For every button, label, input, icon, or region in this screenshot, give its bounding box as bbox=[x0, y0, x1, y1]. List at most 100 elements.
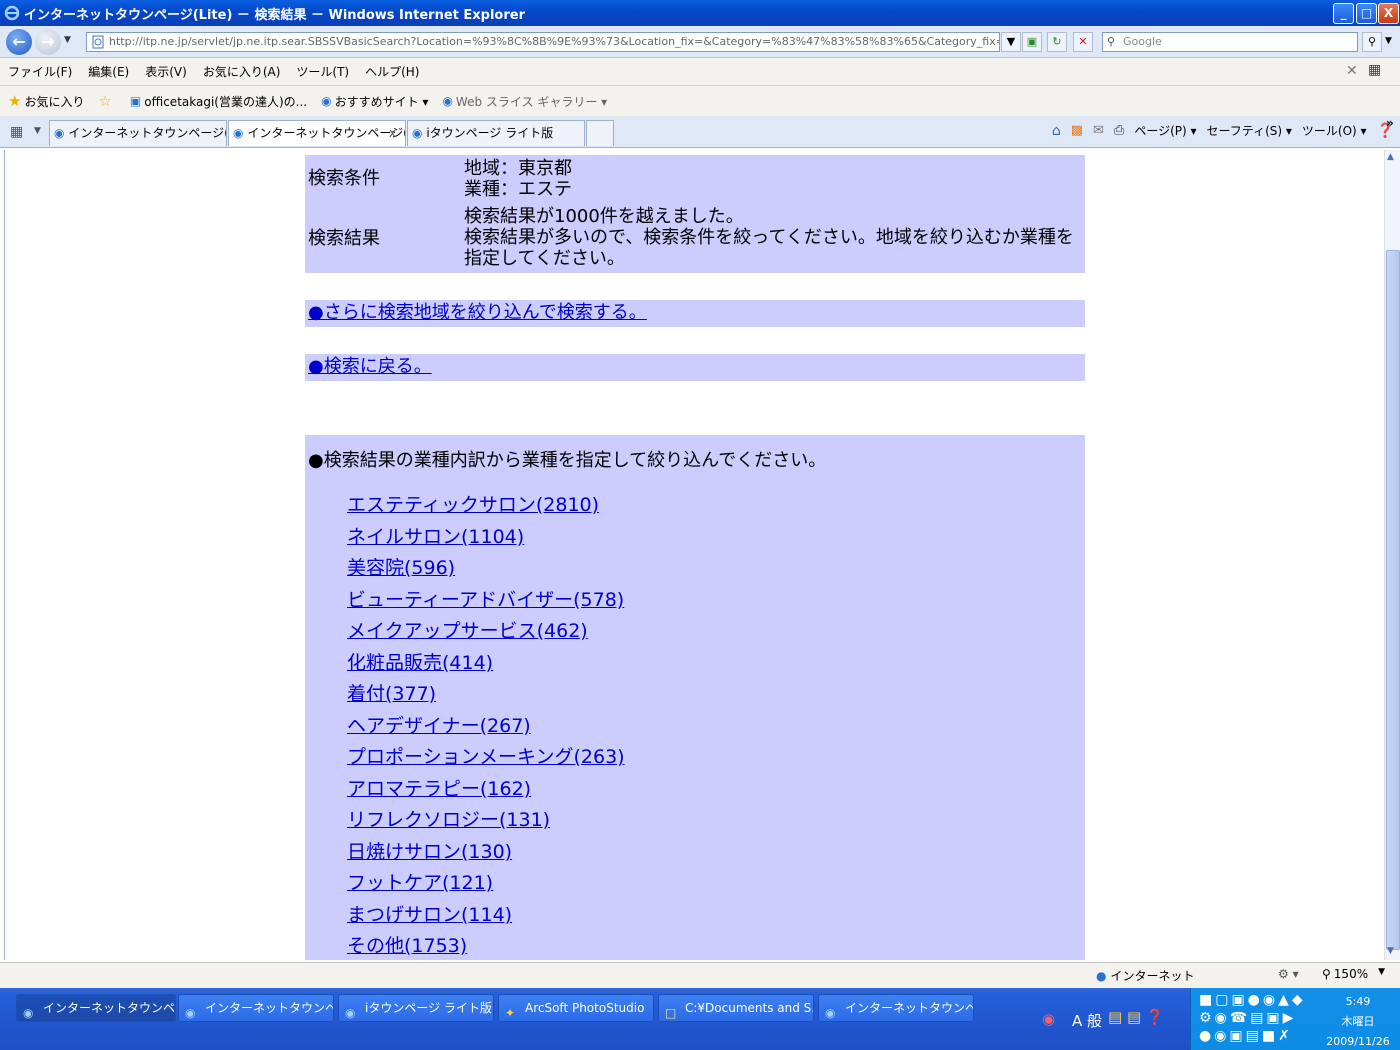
menu-view[interactable]: 表示(V) bbox=[145, 63, 187, 80]
tray-icons-row3[interactable]: ●◉▣▤■✗ bbox=[1199, 1028, 1293, 1044]
task-itp-1[interactable]: ◉ インターネットタウンペー... bbox=[16, 994, 176, 1022]
zoom-dropdown-icon: ▼ bbox=[1378, 967, 1386, 977]
category-link[interactable]: メイクアップサービス(462) bbox=[347, 616, 588, 643]
task-label: C:¥Documents and S... bbox=[685, 1001, 814, 1015]
tab-list-icon[interactable]: ▼ bbox=[34, 126, 41, 136]
star-icon: ★ bbox=[8, 92, 22, 110]
category-link[interactable]: 着付(377) bbox=[347, 679, 436, 706]
search-options-icon[interactable]: ▼ bbox=[1385, 36, 1392, 46]
taskbar: ◉ インターネットタウンペー... ◉ インターネットタウンペー... ◉ iタ… bbox=[0, 988, 1400, 1050]
tab-close-icon[interactable]: x bbox=[389, 121, 396, 145]
tab-itp-lite-1[interactable]: ◉ インターネットタウンページ(Lit... bbox=[49, 120, 227, 146]
refresh-icon[interactable]: ↻ bbox=[1047, 32, 1067, 52]
zoom-control[interactable]: ⚲ 150% ▼ bbox=[1322, 967, 1385, 981]
favorite-item-label: おすすめサイト ▾ bbox=[334, 94, 429, 109]
tray-icons-row1[interactable]: ■▢▣●◉▲◆ bbox=[1199, 992, 1306, 1008]
task-label: iタウンページ ライト版 -... bbox=[365, 1001, 493, 1015]
feeds-icon[interactable]: ▩ bbox=[1071, 123, 1083, 138]
category-link[interactable]: リフレクソロジー(131) bbox=[347, 805, 550, 832]
zoom-level: 150% bbox=[1333, 967, 1369, 981]
category-link[interactable]: ネイルサロン(1104) bbox=[347, 522, 524, 549]
task-itp-2[interactable]: ◉ インターネットタウンペー... bbox=[178, 994, 334, 1022]
tools-menu[interactable]: ツール(O) ▾ bbox=[1302, 122, 1367, 139]
category-link[interactable]: まつげサロン(114) bbox=[347, 900, 512, 927]
command-bar: ⌂ ▩ ✉ ⎙ ページ(P) ▾ セーフティ(S) ▾ ツール(O) ▾ ❓ bbox=[1042, 122, 1394, 139]
home-icon[interactable]: ⌂ bbox=[1052, 123, 1061, 139]
narrow-area-link[interactable]: ●さらに検索地域を絞り込んで検索する。 bbox=[308, 302, 647, 323]
ime-icon[interactable]: ◉ bbox=[1042, 1010, 1055, 1028]
category-link[interactable]: 化粧品販売(414) bbox=[347, 648, 493, 675]
search-input[interactable]: ⚲ Google bbox=[1102, 32, 1358, 52]
page-menu[interactable]: ページ(P) ▾ bbox=[1134, 122, 1196, 139]
task-itownpage[interactable]: ◉ iタウンページ ライト版 -... bbox=[338, 994, 494, 1022]
folder-icon: □ bbox=[665, 1006, 677, 1020]
back-row: ●検索に戻る。 bbox=[305, 354, 1085, 381]
narrow-conditions-text: 検索結果が多いので、検索条件を絞ってください。地域を絞り込むか業種を指定してくだ… bbox=[464, 227, 1074, 269]
address-dropdown-icon[interactable]: ▼ bbox=[1001, 32, 1021, 52]
ime-toolbar-icon[interactable]: ▤ ▤ ❓ bbox=[1108, 1008, 1165, 1026]
favorites-button[interactable]: ★ お気に入り bbox=[8, 92, 84, 110]
category-link[interactable]: プロポーションメーキング(263) bbox=[347, 742, 625, 769]
protected-mode-icon[interactable]: ⚙ ▾ bbox=[1278, 967, 1299, 981]
tab-itownpage-lite[interactable]: ◉ iタウンページ ライト版 bbox=[407, 120, 585, 146]
categories-heading: ●検索結果の業種内訳から業種を指定して絞り込んでください。 bbox=[308, 450, 827, 471]
tab-label: インターネットタウンページ(... bbox=[247, 126, 406, 140]
close-button[interactable]: X bbox=[1378, 3, 1399, 24]
vertical-scrollbar[interactable]: ▲ ▼ bbox=[1384, 150, 1400, 960]
category-link[interactable]: エステティックサロン(2810) bbox=[347, 490, 599, 517]
compat-view-icon[interactable]: ▣ bbox=[1022, 32, 1042, 52]
minimize-button[interactable]: _ bbox=[1333, 3, 1354, 24]
page-icon bbox=[92, 35, 104, 49]
task-itp-3[interactable]: ◉ インターネットタウンペー... bbox=[818, 994, 974, 1022]
task-label: ArcSoft PhotoStudio bbox=[525, 1001, 645, 1015]
quick-tabs-icon[interactable]: ▦ bbox=[10, 124, 23, 140]
back-button[interactable]: ← bbox=[6, 29, 32, 55]
task-explorer-folder[interactable]: □ C:¥Documents and S... bbox=[658, 994, 814, 1022]
menu-file[interactable]: ファイル(F) bbox=[8, 63, 72, 80]
back-to-search-link[interactable]: ●検索に戻る。 bbox=[308, 356, 432, 377]
address-input[interactable]: http://itp.ne.jp/servlet/jp.ne.itp.sear.… bbox=[86, 32, 1000, 52]
ime-mode[interactable]: A 般 bbox=[1072, 1010, 1102, 1031]
favorite-item-suggested-sites[interactable]: ◉ おすすめサイト ▾ bbox=[321, 93, 428, 110]
translate-icon[interactable]: ▦ bbox=[1368, 62, 1381, 78]
scrollbar-thumb[interactable] bbox=[1386, 250, 1400, 950]
new-tab-button[interactable] bbox=[586, 120, 614, 146]
category-link[interactable]: ビューティーアドバイザー(578) bbox=[347, 585, 624, 612]
category-link[interactable]: フットケア(121) bbox=[347, 868, 493, 895]
safety-menu[interactable]: セーフティ(S) ▾ bbox=[1207, 122, 1292, 139]
scroll-down-icon[interactable]: ▼ bbox=[1387, 946, 1394, 956]
menu-tools[interactable]: ツール(T) bbox=[296, 63, 349, 80]
category-link[interactable]: 日焼けサロン(130) bbox=[347, 837, 512, 864]
category-link[interactable]: その他(1753) bbox=[347, 931, 467, 958]
menu-close-icon[interactable]: ✕ bbox=[1346, 63, 1358, 79]
maximize-button[interactable]: □ bbox=[1356, 3, 1377, 24]
search-go-icon[interactable]: ⚲ bbox=[1362, 32, 1382, 52]
category-link[interactable]: 美容院(596) bbox=[347, 553, 455, 580]
search-results-label: 検索結果 bbox=[308, 228, 380, 249]
stop-icon[interactable]: ✕ bbox=[1073, 32, 1093, 52]
forward-button[interactable]: → bbox=[35, 29, 61, 55]
toolbar-chevron-icon[interactable]: » bbox=[1386, 116, 1394, 130]
ie-logo-icon: ◉ bbox=[23, 1006, 34, 1020]
menu-favorites[interactable]: お気に入り(A) bbox=[203, 63, 281, 80]
favorite-item-officetakagi[interactable]: ▣ officetakagi(営業の達人)の... bbox=[130, 93, 307, 110]
search-placeholder: Google bbox=[1123, 35, 1162, 48]
category-link[interactable]: ヘアデザイナー(267) bbox=[347, 711, 531, 738]
tray-icons-row2[interactable]: ⚙◉☎▤▣▶ bbox=[1199, 1010, 1296, 1026]
mail-icon[interactable]: ✉ bbox=[1093, 123, 1104, 138]
task-photostudio[interactable]: ✦ ArcSoft PhotoStudio bbox=[498, 994, 654, 1022]
window-title-bar[interactable]: インターネットタウンページ(Lite) － 検索結果 － Windows Int… bbox=[0, 0, 1400, 26]
category-link[interactable]: アロマテラピー(162) bbox=[347, 774, 531, 801]
menu-help[interactable]: ヘルプ(H) bbox=[365, 63, 419, 80]
print-icon[interactable]: ⎙ bbox=[1114, 123, 1124, 138]
scroll-up-icon[interactable]: ▲ bbox=[1387, 152, 1394, 162]
menu-bar: ファイル(F) 編集(E) 表示(V) お気に入り(A) ツール(T) ヘルプ(… bbox=[0, 58, 1400, 86]
globe-icon: ● bbox=[1096, 968, 1107, 983]
menu-edit[interactable]: 編集(E) bbox=[88, 63, 129, 80]
history-dropdown-icon[interactable]: ▼ bbox=[64, 35, 71, 45]
add-favorite-button[interactable]: ☆ bbox=[98, 92, 115, 110]
favorite-item-web-slice-gallery[interactable]: ◉ Web スライス ギャラリー ▾ bbox=[442, 93, 607, 110]
clock[interactable]: 5:49 木曜日 2009/11/26 bbox=[1320, 992, 1396, 1050]
tab-itp-lite-2[interactable]: ◉ インターネットタウンページ(... x bbox=[228, 120, 406, 146]
page-icon: ▣ bbox=[129, 94, 142, 108]
